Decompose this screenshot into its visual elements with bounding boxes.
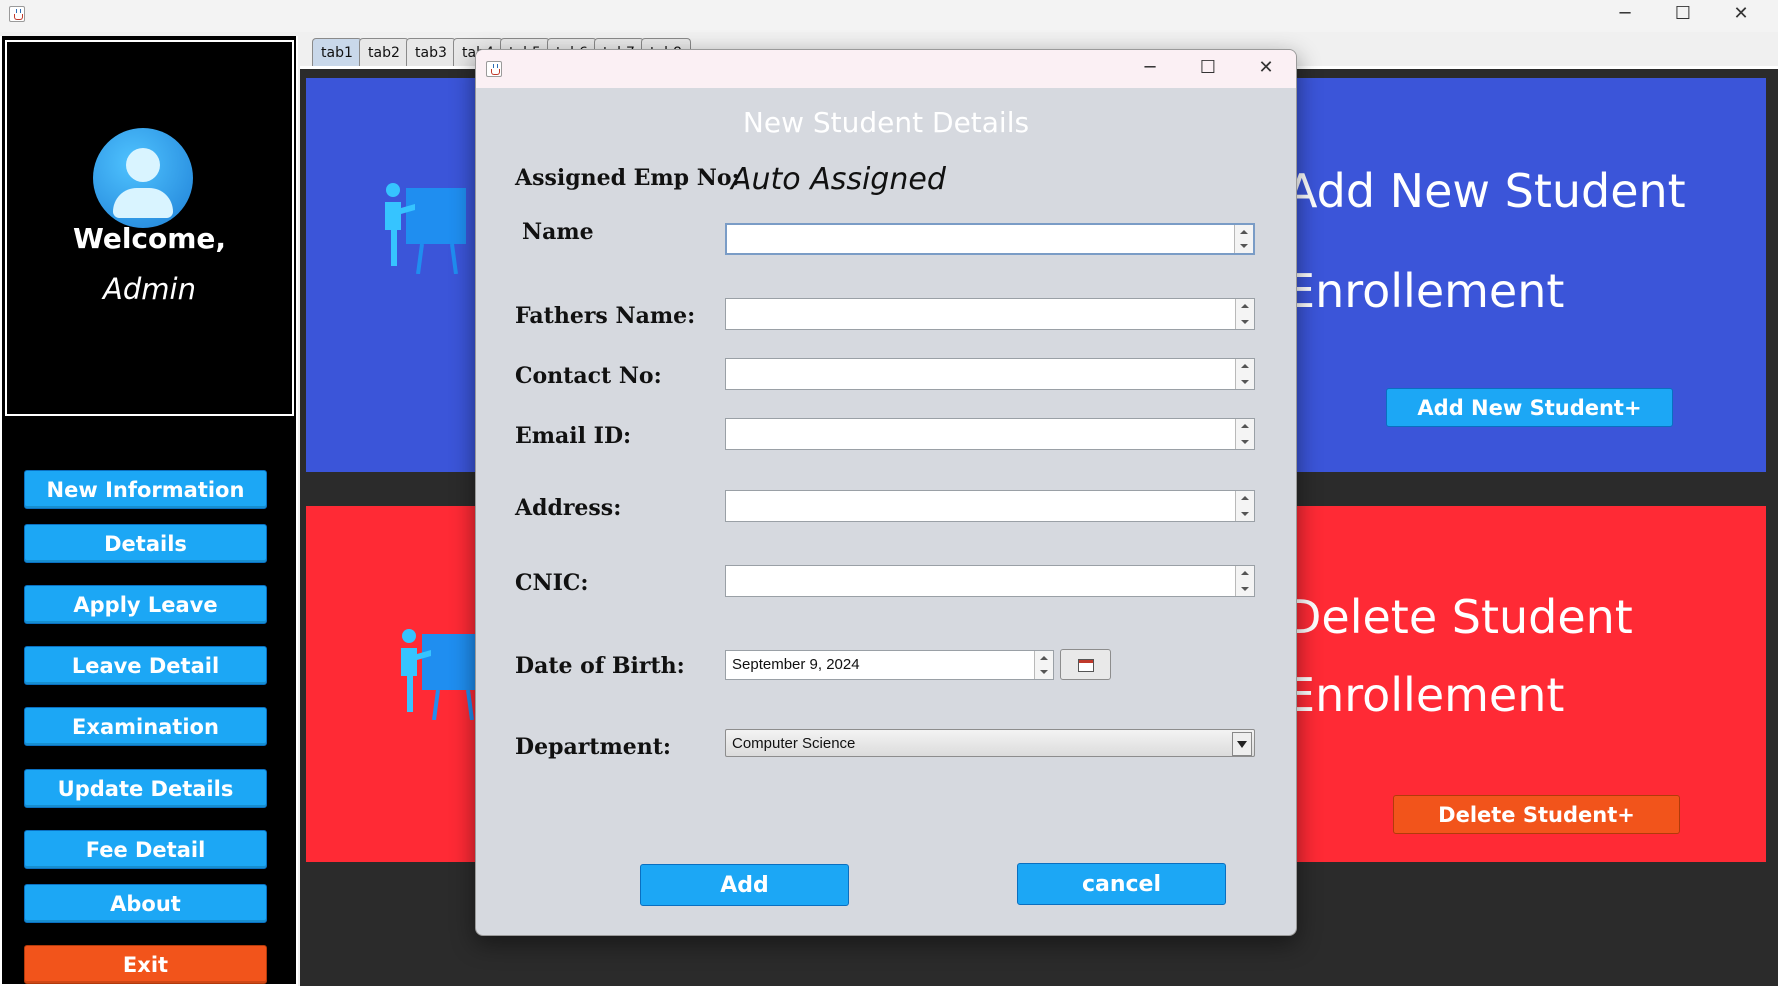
delete-student-title: Delete Student	[1286, 590, 1633, 644]
new-information-button[interactable]: New Information	[24, 470, 267, 509]
contact-no-label: Contact No:	[515, 363, 662, 389]
teacher-board-icon	[401, 629, 482, 720]
add-button[interactable]: Add	[640, 864, 849, 906]
department-value: Computer Science	[732, 735, 856, 752]
name-label: Name	[522, 219, 594, 245]
add-student-title: Add New Student	[1286, 164, 1686, 218]
department-label: Department:	[515, 734, 672, 760]
cnic-input[interactable]	[730, 569, 1234, 595]
add-new-student-button[interactable]: Add New Student+	[1386, 388, 1673, 427]
cnic-label: CNIC:	[515, 570, 589, 596]
dropdown-arrow-icon[interactable]	[1232, 732, 1252, 756]
address-spinner[interactable]	[1235, 491, 1254, 521]
dialog-close-button[interactable]: ✕	[1243, 54, 1289, 84]
cnic-spinner[interactable]	[1235, 566, 1254, 596]
address-label: Address:	[515, 495, 622, 521]
tab-3[interactable]: tab3	[406, 38, 456, 66]
emp-no-label: Assigned Emp No:	[515, 165, 740, 191]
dob-label: Date of Birth:	[515, 653, 685, 679]
address-input[interactable]	[730, 494, 1234, 520]
name-input[interactable]	[731, 228, 1235, 254]
user-name: Admin	[103, 272, 196, 306]
contact-no-field[interactable]	[725, 358, 1255, 390]
dialog-heading: New Student Details	[742, 106, 1030, 139]
apply-leave-button[interactable]: Apply Leave	[24, 585, 267, 624]
contact-no-input[interactable]	[730, 362, 1234, 388]
email-field[interactable]	[725, 418, 1255, 450]
java-app-icon	[9, 6, 25, 22]
avatar-body	[113, 188, 173, 218]
add-enrollment-title: Enrollement	[1286, 264, 1565, 318]
dob-field[interactable]: September 9, 2024	[725, 650, 1054, 680]
email-label: Email ID:	[515, 423, 632, 449]
new-student-dialog: ─ ☐ ✕ New Student Details Assigned Emp N…	[475, 49, 1297, 936]
dob-spinner[interactable]	[1034, 651, 1053, 679]
tab-2[interactable]: tab2	[359, 38, 409, 66]
tab-1[interactable]: tab1	[312, 38, 362, 66]
fee-detail-button[interactable]: Fee Detail	[24, 830, 267, 869]
email-spinner[interactable]	[1235, 419, 1254, 449]
cnic-field[interactable]	[725, 565, 1255, 597]
emp-no-value: Auto Assigned	[731, 162, 946, 197]
dob-value: September 9, 2024	[732, 656, 860, 673]
avatar-head	[126, 148, 160, 182]
address-field[interactable]	[725, 490, 1255, 522]
email-input[interactable]	[730, 422, 1234, 448]
fathers-name-label: Fathers Name:	[515, 303, 696, 329]
close-button[interactable]: ✕	[1718, 0, 1764, 30]
teacher-board-icon	[385, 183, 466, 274]
minimize-button[interactable]: ─	[1602, 0, 1648, 30]
name-field[interactable]	[725, 223, 1255, 255]
contact-no-spinner[interactable]	[1235, 359, 1254, 389]
delete-enrollment-title: Enrollement	[1286, 668, 1565, 722]
leave-detail-button[interactable]: Leave Detail	[24, 646, 267, 685]
name-spinner[interactable]	[1234, 225, 1253, 253]
about-button[interactable]: About	[24, 884, 267, 923]
dialog-minimize-button[interactable]: ─	[1127, 54, 1173, 84]
fathers-name-spinner[interactable]	[1235, 299, 1254, 329]
calendar-button[interactable]	[1060, 649, 1111, 680]
dialog-title-bar: ─ ☐ ✕	[476, 50, 1296, 88]
examination-button[interactable]: Examination	[24, 707, 267, 746]
java-app-icon	[486, 61, 502, 77]
main-title-bar: ─ ☐ ✕	[0, 0, 1778, 32]
dialog-maximize-button[interactable]: ☐	[1185, 54, 1231, 84]
welcome-text: Welcome,	[72, 222, 227, 255]
fathers-name-input[interactable]	[730, 302, 1234, 328]
details-button[interactable]: Details	[24, 524, 267, 563]
update-details-button[interactable]: Update Details	[24, 769, 267, 808]
exit-button[interactable]: Exit	[24, 945, 267, 984]
user-avatar-icon	[93, 128, 193, 228]
delete-student-button[interactable]: Delete Student+	[1393, 795, 1680, 834]
calendar-icon	[1078, 659, 1094, 672]
cancel-button[interactable]: cancel	[1017, 863, 1226, 905]
maximize-button[interactable]: ☐	[1660, 0, 1706, 30]
department-select[interactable]: Computer Science	[725, 729, 1255, 757]
fathers-name-field[interactable]	[725, 298, 1255, 330]
